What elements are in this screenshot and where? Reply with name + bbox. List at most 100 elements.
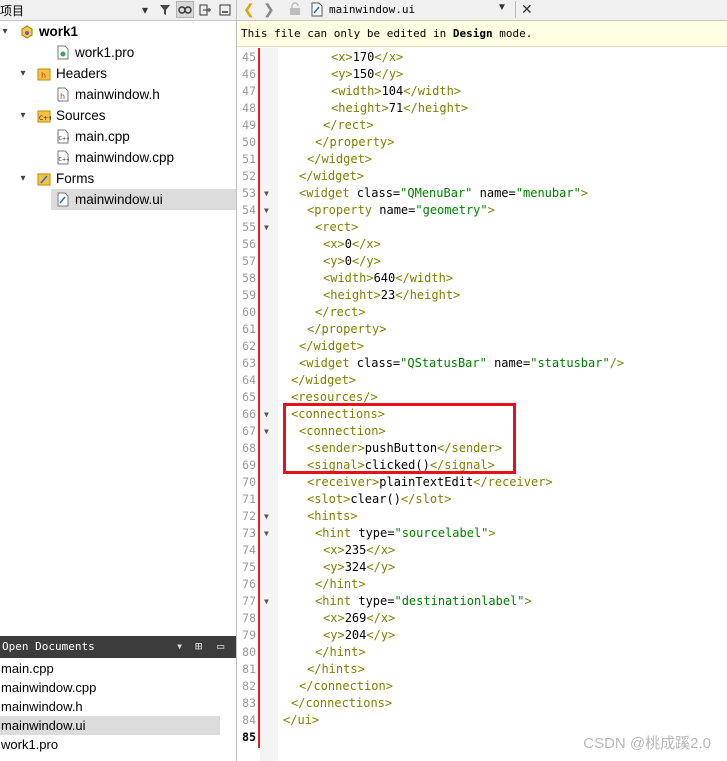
- fold-toggle-icon[interactable]: ▼: [264, 219, 269, 236]
- code-line: 62 </widget>: [237, 338, 727, 355]
- ui-file-icon: [56, 192, 70, 208]
- tree-item-label: Forms: [56, 171, 95, 186]
- code-line: 57 <y>0</y>: [237, 253, 727, 270]
- code-text: </widget>: [291, 373, 357, 387]
- editor-toolbar: ❮ ❯ mainwindow.ui ▼ ✕: [237, 0, 727, 21]
- lock-icon: [289, 2, 301, 19]
- tree-item[interactable]: h mainwindow.h: [0, 84, 236, 105]
- fold-toggle-icon[interactable]: ▼: [264, 593, 269, 610]
- code-line: 48 <height>71</height>: [237, 100, 727, 117]
- code-text: <x>235</x>: [323, 543, 396, 557]
- fold-toggle-icon[interactable]: ▼: [264, 185, 269, 202]
- close-file-icon[interactable]: ✕: [515, 1, 533, 18]
- code-editor[interactable]: 45 <x>170</x> 46 <y>150</y> 47 <width>104</wi…: [237, 48, 727, 761]
- code-text: <height>71</height>: [331, 101, 469, 115]
- expand-arrow-icon[interactable]: ▾: [0, 26, 10, 37]
- line-number: 62: [242, 339, 256, 353]
- code-line: 46 <y>150</y>: [237, 66, 727, 83]
- code-text: <height>23</height>: [323, 288, 461, 302]
- dropdown-icon[interactable]: ▾: [176, 639, 183, 653]
- tree-item-label: mainwindow.cpp: [75, 150, 175, 165]
- link-editor-icon[interactable]: [176, 1, 194, 18]
- tree-item[interactable]: C++ main.cpp: [0, 126, 236, 147]
- svg-text:h: h: [60, 92, 65, 101]
- tree-item-label: main.cpp: [75, 129, 130, 144]
- watermark: CSDN @桃成蹊2.0: [583, 735, 711, 752]
- code-line: 59 <height>23</height>: [237, 287, 727, 304]
- open-documents-header: Open Documents ▾ ⊞ ▭: [0, 636, 236, 658]
- open-document-item[interactable]: mainwindow.cpp: [0, 678, 220, 697]
- code-text: <x>170</x>: [331, 50, 404, 64]
- notice-text-suffix: mode.: [492, 27, 533, 40]
- file-dropdown-icon[interactable]: ▼: [497, 2, 507, 13]
- tree-item[interactable]: ▾ work1: [0, 21, 236, 42]
- expand-arrow-icon[interactable]: ▾: [18, 173, 28, 184]
- code-text: </hints>: [307, 662, 365, 676]
- tree-item-label: mainwindow.h: [75, 87, 160, 102]
- open-document-item[interactable]: work1.pro: [0, 735, 220, 754]
- code-line: 60 </rect>: [237, 304, 727, 321]
- open-document-item[interactable]: mainwindow.ui: [0, 716, 220, 735]
- view-dropdown-icon[interactable]: ▾: [136, 1, 154, 18]
- split-icon[interactable]: ⊞: [195, 639, 202, 653]
- code-text: </widget>: [299, 169, 365, 183]
- header-file-icon: h: [56, 87, 70, 103]
- code-text: <property name="geometry">: [307, 203, 495, 217]
- svg-text:C++: C++: [59, 136, 70, 142]
- fold-toggle-icon[interactable]: ▼: [264, 508, 269, 525]
- code-text: <hint type="sourcelabel">: [315, 526, 496, 540]
- ui-file-icon: [311, 2, 323, 20]
- code-text: </hint>: [315, 645, 366, 659]
- code-line: 58 <width>640</width>: [237, 270, 727, 287]
- code-line: 82 </connection>: [237, 678, 727, 695]
- open-document-item[interactable]: main.cpp: [0, 659, 220, 678]
- tree-item[interactable]: ▾ C++ Sources: [0, 105, 236, 126]
- line-number: 65: [242, 390, 256, 404]
- expand-arrow-icon[interactable]: ▾: [18, 68, 28, 79]
- line-number: 73: [242, 526, 256, 540]
- tree-item[interactable]: mainwindow.ui: [51, 189, 236, 210]
- filter-icon[interactable]: [156, 1, 174, 18]
- code-text: <hints>: [307, 509, 358, 523]
- open-document-item[interactable]: mainwindow.h: [0, 697, 220, 716]
- code-text: <y>0</y>: [323, 254, 381, 268]
- open-documents-title: Open Documents: [2, 640, 95, 653]
- expand-arrow-icon[interactable]: ▾: [18, 110, 28, 121]
- forward-arrow-icon[interactable]: ❯: [263, 1, 275, 18]
- fold-toggle-icon[interactable]: ▼: [264, 202, 269, 219]
- line-number: 76: [242, 577, 256, 591]
- back-arrow-icon[interactable]: ❮: [243, 1, 255, 18]
- annotation-highlight-box: [283, 403, 516, 474]
- code-text: <y>324</y>: [323, 560, 396, 574]
- code-line: 49 </rect>: [237, 117, 727, 134]
- close-panel-icon[interactable]: ▭: [217, 639, 224, 653]
- code-text: <width>640</width>: [323, 271, 454, 285]
- project-icon: [20, 24, 34, 40]
- tree-item[interactable]: ▾ Forms: [0, 168, 236, 189]
- tree-item[interactable]: ▾ h Headers: [0, 63, 236, 84]
- code-line: 53 ▼ <widget class="QMenuBar" name="menuba…: [237, 185, 727, 202]
- fold-toggle-icon[interactable]: ▼: [264, 423, 269, 440]
- fold-toggle-icon[interactable]: ▼: [264, 406, 269, 423]
- line-number: 48: [242, 101, 256, 115]
- code-line: 70 <receiver>plainTextEdit</receiver>: [237, 474, 727, 491]
- code-text: </property>: [315, 135, 395, 149]
- split-icon[interactable]: [196, 1, 214, 18]
- tree-item[interactable]: C++ mainwindow.cpp: [0, 147, 236, 168]
- close-panel-icon[interactable]: [216, 1, 234, 18]
- line-number: 54: [242, 203, 256, 217]
- line-number: 85: [242, 730, 256, 744]
- forms-folder-icon: [37, 171, 51, 187]
- code-line: 71 <slot>clear()</slot>: [237, 491, 727, 508]
- fold-toggle-icon[interactable]: ▼: [264, 525, 269, 542]
- tree-item-label: mainwindow.ui: [75, 192, 163, 207]
- code-line: 45 <x>170</x>: [237, 49, 727, 66]
- tree-item-label: work1: [39, 24, 79, 39]
- code-line: 81 </hints>: [237, 661, 727, 678]
- headers-folder-icon: h: [37, 66, 51, 82]
- line-number: 72: [242, 509, 256, 523]
- tree-item[interactable]: work1.pro: [0, 42, 236, 63]
- line-number: 77: [242, 594, 256, 608]
- code-text: <width>104</width>: [331, 84, 462, 98]
- code-text: <rect>: [315, 220, 359, 234]
